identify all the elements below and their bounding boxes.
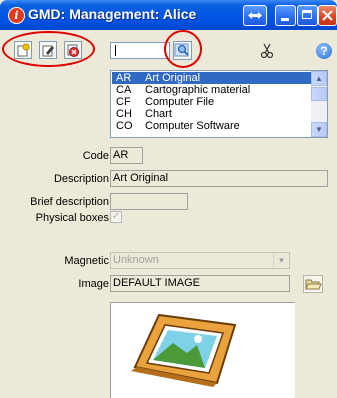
list-scrollbar[interactable]: ▲ ▼ — [311, 71, 327, 137]
highlight-annotation — [164, 30, 202, 68]
brief-description-field[interactable] — [110, 193, 188, 210]
image-label: Image — [78, 278, 109, 290]
list-item-code: AR — [116, 72, 132, 84]
list-item[interactable]: AR Art Original — [112, 72, 311, 84]
list-item-code: CH — [116, 108, 132, 120]
resize-toggle-button[interactable] — [243, 5, 267, 26]
close-icon — [322, 10, 333, 21]
list-item-description: Chart — [145, 108, 172, 120]
list-item-code: CO — [116, 120, 133, 132]
framed-painting-icon — [131, 313, 237, 387]
list-item-description: Art Original — [145, 72, 201, 84]
title-bar[interactable]: i GMD: Management: Alice — [0, 0, 337, 30]
description-field[interactable]: Art Original — [110, 170, 328, 187]
description-label: Description — [53, 173, 109, 185]
scissors-icon — [260, 43, 274, 59]
window-title: GMD: Management: Alice — [28, 6, 197, 22]
help-button[interactable]: ? — [316, 43, 332, 59]
close-button[interactable] — [318, 5, 337, 26]
highlight-annotation — [2, 31, 95, 67]
list-item-description: Cartographic material — [145, 84, 251, 96]
text-caret — [115, 45, 116, 56]
cut-button[interactable] — [259, 43, 275, 59]
list-item[interactable]: CH Chart — [112, 108, 311, 120]
image-field[interactable]: DEFAULT IMAGE — [110, 275, 290, 292]
magnetic-label: Magnetic — [64, 255, 109, 267]
list-item-description: Computer File — [145, 96, 215, 108]
list-item-description: Computer Software — [145, 120, 240, 132]
toolbar: ? — [0, 30, 337, 70]
gmd-management-window: i GMD: Management: Alice ? AR Art Origin… — [0, 0, 337, 398]
maximize-icon — [302, 10, 312, 19]
minimize-icon — [281, 18, 289, 21]
minimize-button[interactable] — [275, 5, 296, 26]
physical-boxes-checkbox[interactable]: ✓ — [110, 211, 122, 223]
list-item[interactable]: CO Computer Software — [112, 120, 311, 132]
scrollbar-thumb[interactable] — [311, 87, 327, 101]
double-arrow-icon — [248, 12, 262, 19]
image-preview — [110, 302, 295, 398]
scroll-down-arrow[interactable]: ▼ — [311, 122, 327, 137]
physical-boxes-label: Physical boxes — [35, 212, 109, 224]
code-label: Code — [82, 150, 109, 162]
scroll-up-arrow[interactable]: ▲ — [311, 71, 327, 86]
list-item-code: CF — [116, 96, 131, 108]
magnetic-select[interactable]: Unknown ▼ — [110, 252, 290, 269]
browse-image-button[interactable] — [303, 275, 323, 293]
code-field[interactable]: AR — [110, 147, 143, 164]
search-input[interactable] — [110, 42, 170, 59]
list-item-code: CA — [116, 84, 132, 96]
maximize-button[interactable] — [297, 5, 318, 26]
list-item[interactable]: CF Computer File — [112, 96, 311, 108]
folder-icon — [305, 279, 322, 290]
chevron-down-icon[interactable]: ▼ — [273, 253, 289, 268]
code-list[interactable]: AR Art Original CA Cartographic material… — [110, 70, 328, 138]
magnetic-select-value: Unknown — [113, 254, 159, 266]
info-icon: i — [8, 7, 25, 24]
brief-description-label: Brief description — [30, 196, 109, 208]
list-item[interactable]: CA Cartographic material — [112, 84, 311, 96]
